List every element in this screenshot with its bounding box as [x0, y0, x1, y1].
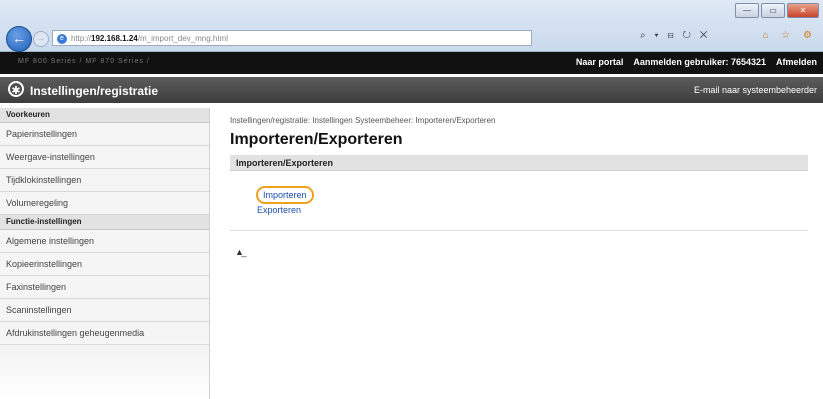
- section-title: Importeren/Exporteren: [230, 155, 808, 171]
- maximize-button[interactable]: ▭: [761, 3, 785, 18]
- sidebar-item-fax[interactable]: Faxinstellingen: [0, 276, 209, 299]
- portal-link[interactable]: Naar portal: [576, 57, 624, 67]
- sidebar-item-display[interactable]: Weergave-instellingen: [0, 146, 209, 169]
- gear-icon: ✱: [8, 81, 24, 97]
- minimize-button[interactable]: —: [735, 3, 759, 18]
- window-controls: — ▭ ✕: [735, 3, 819, 18]
- page-header: ✱ Instellingen/registratie E-mail naar s…: [0, 77, 823, 103]
- page-header-title: Instellingen/registratie: [30, 84, 159, 98]
- sidebar: Voorkeuren Papierinstellingen Weergave-i…: [0, 108, 210, 399]
- address-bar[interactable]: e http://192.168.1.24/m_import_dev_mng.h…: [52, 30, 532, 46]
- import-link[interactable]: Importeren: [256, 186, 314, 204]
- login-user: Aanmelden gebruiker: 7654321: [633, 57, 766, 67]
- export-link[interactable]: Exporteren: [257, 205, 301, 215]
- sidebar-heading-preferences: Voorkeuren: [0, 108, 209, 123]
- browser-toolbar-icons[interactable]: ⌂ ☆ ⚙: [762, 30, 817, 41]
- sidebar-item-paper[interactable]: Papierinstellingen: [0, 123, 209, 146]
- url-host: 192.168.1.24: [91, 34, 138, 43]
- back-arrow-icon[interactable]: ←: [6, 26, 32, 52]
- forward-arrow-icon[interactable]: →: [33, 31, 49, 47]
- divider: [230, 230, 808, 231]
- browser-chrome: — ▭ ✕ ← → e http://192.168.1.24/m_import…: [0, 0, 823, 52]
- address-tools[interactable]: ⌕ ▾ ⊟ ↻ ✕: [640, 30, 710, 41]
- url-prefix: http://: [71, 34, 92, 43]
- to-top-icon[interactable]: ▲̲: [235, 247, 244, 257]
- close-button[interactable]: ✕: [787, 3, 819, 18]
- ie-page-icon: e: [57, 34, 67, 44]
- url-path: /m_import_dev_mng.html: [137, 34, 228, 43]
- sidebar-fade: [0, 339, 209, 399]
- sidebar-item-common[interactable]: Algemene instellingen: [0, 230, 209, 253]
- sidebar-heading-functions: Functie-instellingen: [0, 215, 209, 230]
- sidebar-item-scan[interactable]: Scaninstellingen: [0, 299, 209, 322]
- page-title: Importeren/Exporteren: [230, 131, 403, 148]
- sidebar-item-copy[interactable]: Kopieerinstellingen: [0, 253, 209, 276]
- main-content: Instellingen/registratie: Instellingen S…: [230, 116, 810, 257]
- sidebar-item-volume[interactable]: Volumeregeling: [0, 192, 209, 215]
- top-bar: MF 800 Series / MF 870 Series / Naar por…: [0, 52, 823, 74]
- sidebar-item-timer[interactable]: Tijdklokinstellingen: [0, 169, 209, 192]
- logout-link[interactable]: Afmelden: [776, 57, 817, 67]
- device-name: MF 800 Series / MF 870 Series /: [18, 58, 150, 65]
- breadcrumb: Instellingen/registratie: Instellingen S…: [230, 116, 496, 125]
- email-admin-link[interactable]: E-mail naar systeembeheerder: [694, 85, 817, 95]
